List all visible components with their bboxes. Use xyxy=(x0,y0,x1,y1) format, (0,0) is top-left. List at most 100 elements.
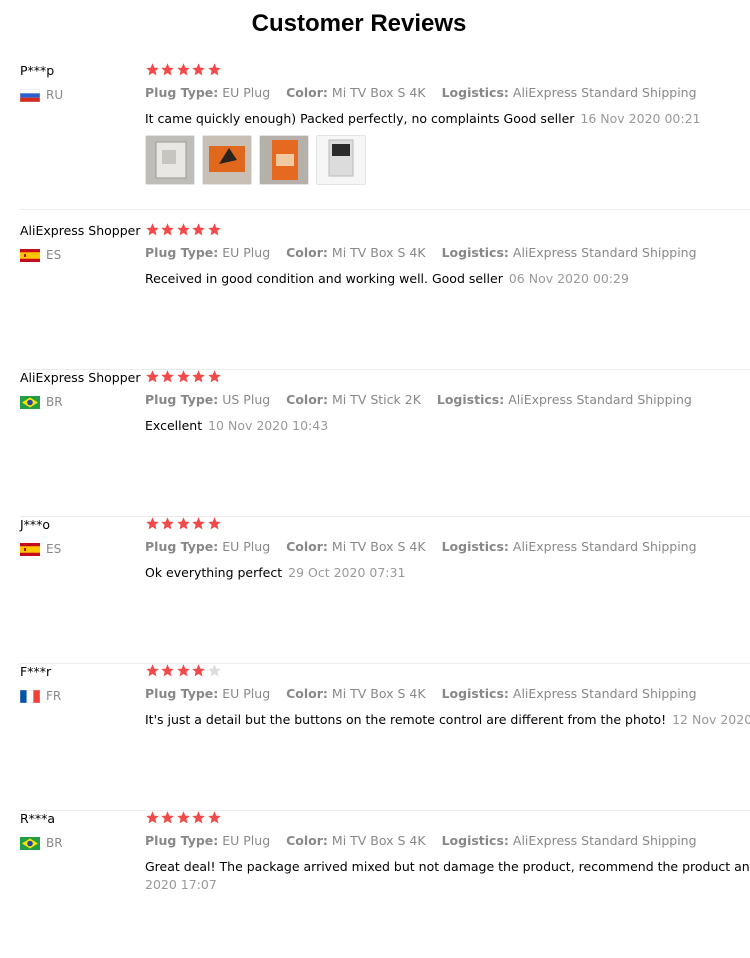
product-attributes: Plug Type: EU Plug Color: Mi TV Box S 4K… xyxy=(145,539,709,554)
star-filled-icon xyxy=(146,664,159,677)
review-item: P***p RU Plug Type: EU Plug Color: Mi TV… xyxy=(0,63,750,210)
logistics-value: AliExpress Standard Shipping xyxy=(512,686,697,701)
photo-thumb-2-image xyxy=(203,136,251,184)
plug-type-label: Plug Type: xyxy=(145,245,219,260)
review-date: 29 Oct 2020 07:31 xyxy=(288,565,406,580)
star-filled-icon xyxy=(161,664,175,677)
reviewer-name: P***p xyxy=(20,63,55,78)
logistics-value: AliExpress Standard Shipping xyxy=(512,833,697,848)
reviewer-country: BR xyxy=(20,836,63,850)
photo-thumb-3-image xyxy=(260,136,308,184)
star-filled-icon xyxy=(146,517,159,530)
star-filled-icon xyxy=(161,223,175,236)
country-code: BR xyxy=(46,395,63,409)
country-code: RU xyxy=(46,88,64,102)
russia-flag-icon xyxy=(20,88,40,102)
plug-type-label: Plug Type: xyxy=(145,392,219,407)
color-label: Color: xyxy=(286,85,328,100)
country-code: ES xyxy=(46,542,62,556)
product-attributes: Plug Type: US Plug Color: Mi TV Stick 2K… xyxy=(145,392,704,407)
reviewer-country: FR xyxy=(20,689,61,703)
plug-type-value: EU Plug xyxy=(222,245,271,260)
star-filled-icon xyxy=(161,63,175,76)
logistics-value: AliExpress Standard Shipping xyxy=(512,85,697,100)
review-item: J***o ES Plug Type: EU Plug Color: Mi TV… xyxy=(0,517,750,664)
logistics-label: Logistics: xyxy=(441,539,509,554)
product-attributes: Plug Type: EU Plug Color: Mi TV Box S 4K… xyxy=(145,833,709,848)
review-photo-thumbnail[interactable] xyxy=(202,135,252,185)
star-filled-icon xyxy=(207,811,221,824)
review-date: 06 Nov 2020 00:29 xyxy=(508,271,629,286)
logistics-label: Logistics: xyxy=(441,833,509,848)
plug-type-value: EU Plug xyxy=(222,85,271,100)
review-photo-thumbnail[interactable] xyxy=(259,135,309,185)
star-filled-icon xyxy=(192,664,205,677)
logistics-label: Logistics: xyxy=(441,686,509,701)
review-body: It's just a detail but the buttons on th… xyxy=(145,712,667,727)
reviewer-country: RU xyxy=(20,88,63,102)
review-body: Received in good condition and working w… xyxy=(145,271,503,286)
review-item: F***r FR Plug Type: EU Plug Color: Mi TV… xyxy=(0,664,750,811)
product-attributes: Plug Type: EU Plug Color: Mi TV Box S 4K… xyxy=(145,85,709,100)
color-label: Color: xyxy=(286,245,328,260)
plug-type-label: Plug Type: xyxy=(145,686,219,701)
plug-type-label: Plug Type: xyxy=(145,539,219,554)
star-filled-icon xyxy=(207,517,221,530)
star-rating xyxy=(145,222,222,237)
review-list: P***p RU Plug Type: EU Plug Color: Mi TV… xyxy=(0,0,750,924)
color-label: Color: xyxy=(286,392,328,407)
star-filled-icon xyxy=(146,63,159,76)
color-value: Mi TV Box S 4K xyxy=(331,85,426,100)
review-body: Great deal! The package arrived mixed bu… xyxy=(145,859,750,874)
review-item: R***a BR Plug Type: EU Plug Color: Mi TV… xyxy=(0,811,750,958)
plug-type-value: US Plug xyxy=(222,392,271,407)
star-filled-icon xyxy=(192,517,205,530)
review-body: Ok everything perfect xyxy=(145,565,283,580)
reviewer-name: R***a xyxy=(20,811,56,826)
review-text: It's just a detail but the buttons on th… xyxy=(145,711,750,729)
photo-thumb-1-image xyxy=(146,136,194,184)
review-text: Great deal! The package arrived mixed bu… xyxy=(145,858,750,894)
review-date: 10 Nov 2020 10:43 xyxy=(208,418,329,433)
review-date: 2020 17:07 xyxy=(145,877,217,892)
star-filled-icon xyxy=(177,517,190,530)
star-filled-icon xyxy=(161,811,175,824)
review-date: 16 Nov 2020 00:21 xyxy=(580,111,701,126)
star-filled-icon xyxy=(177,223,190,236)
country-code: ES xyxy=(46,248,62,262)
star-filled-icon xyxy=(177,811,190,824)
country-code: BR xyxy=(46,836,63,850)
review-body: Excellent xyxy=(145,418,203,433)
star-filled-icon xyxy=(207,223,221,236)
logistics-label: Logistics: xyxy=(441,245,509,260)
logistics-label: Logistics: xyxy=(441,85,509,100)
review-photos xyxy=(145,135,373,185)
color-label: Color: xyxy=(286,686,328,701)
logistics-value: AliExpress Standard Shipping xyxy=(508,392,692,407)
review-photo-thumbnail[interactable] xyxy=(145,135,195,185)
reviewer-name: AliExpress Shopper xyxy=(20,223,141,238)
country-code: FR xyxy=(46,689,62,703)
color-label: Color: xyxy=(286,539,328,554)
star-filled-icon xyxy=(192,811,205,824)
review-text: It came quickly enough) Packed perfectly… xyxy=(145,110,750,128)
color-value: Mi TV Stick 2K xyxy=(331,392,421,407)
product-attributes: Plug Type: EU Plug Color: Mi TV Box S 4K… xyxy=(145,245,709,260)
product-attributes: Plug Type: EU Plug Color: Mi TV Box S 4K… xyxy=(145,686,709,701)
spain-flag-icon xyxy=(20,542,40,556)
star-filled-icon xyxy=(177,63,190,76)
color-value: Mi TV Box S 4K xyxy=(331,833,426,848)
brazil-flag-icon xyxy=(20,395,40,409)
plug-type-value: EU Plug xyxy=(222,686,271,701)
star-filled-icon xyxy=(161,370,175,383)
reviewer-country: ES xyxy=(20,248,61,262)
star-rating xyxy=(145,663,222,678)
spain-flag-icon xyxy=(20,248,40,262)
review-text: Ok everything perfect 29 Oct 2020 07:31 xyxy=(145,564,750,582)
review-photo-thumbnail[interactable] xyxy=(316,135,366,185)
review-text: Received in good condition and working w… xyxy=(145,270,750,288)
star-rating xyxy=(145,369,222,384)
color-value: Mi TV Box S 4K xyxy=(331,539,426,554)
star-filled-icon xyxy=(192,370,205,383)
star-filled-icon xyxy=(207,63,221,76)
